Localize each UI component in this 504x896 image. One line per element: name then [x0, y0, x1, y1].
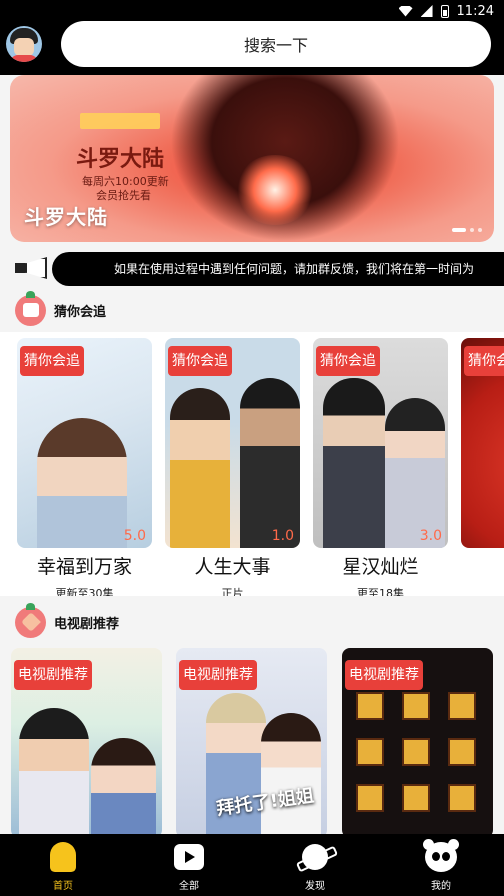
thumbs-up-icon — [15, 290, 46, 326]
nav-label: 发现 — [305, 881, 325, 892]
video-poster[interactable]: 猜你会追 5.0 — [17, 338, 152, 548]
acorn-home-icon — [50, 842, 76, 872]
section-title: 猜你会追 — [54, 304, 107, 320]
card-subtitle: 正片 — [221, 587, 244, 596]
card-title: 星汉灿烂 — [342, 556, 419, 578]
search-input[interactable]: 搜索一下 — [61, 21, 491, 67]
banner-logo-text: 斗罗大陆 — [76, 146, 165, 172]
heart-icon — [15, 602, 46, 638]
carousel-dot[interactable] — [470, 228, 474, 232]
nav-label: 我的 — [431, 881, 451, 892]
status-time: 11:24 — [456, 3, 494, 19]
bottom-nav: 首页 全部 发现 我的 — [0, 834, 504, 896]
header: 11:24 搜索一下 — [0, 0, 504, 75]
video-card[interactable]: 猜你会追 1.0 人生大事 正片 — [165, 338, 300, 596]
planet-icon — [302, 844, 328, 870]
banner-glow — [235, 155, 315, 225]
card-tag: 猜你会追 — [168, 346, 232, 376]
card-score: 5.0 — [123, 528, 146, 544]
notice-marquee[interactable]: 如果在使用过程中遇到任何问题，请加群反馈，我们将在第一时间为 — [52, 252, 504, 286]
banner-title: 斗罗大陆 — [24, 205, 108, 229]
guess-carousel[interactable]: 猜你会追 5.0 幸福到万家 更新至30集 猜你会追 1.0 人生大事 正片 猜… — [0, 332, 504, 596]
section-header-tv: 电视剧推荐 — [0, 600, 504, 644]
nav-home[interactable]: 首页 — [0, 834, 126, 896]
video-card[interactable]: 猜你会追 5.0 幸福到万家 更新至30集 — [17, 338, 152, 596]
play-icon — [174, 844, 204, 870]
nav-mine[interactable]: 我的 — [378, 834, 504, 896]
card-score: 1.0 — [271, 528, 294, 544]
video-poster[interactable]: 拜托了!姐姐 电视剧推荐 — [176, 648, 327, 834]
avatar[interactable] — [6, 26, 42, 62]
card-title: 幸福到万家 — [36, 556, 132, 578]
card-subtitle: 更新至30集 — [55, 587, 114, 596]
video-poster[interactable]: 电视剧推荐 — [342, 648, 493, 834]
card-tag: 猜你会追 — [464, 346, 504, 376]
video-poster[interactable]: 猜你会追 3.0 — [313, 338, 448, 548]
signal-icon — [420, 5, 433, 17]
nav-label: 首页 — [53, 881, 73, 892]
status-bar: 11:24 — [398, 2, 494, 20]
video-card[interactable]: 猜你会追 3.0 星汉灿烂 更至18集 — [313, 338, 448, 596]
card-tag: 猜你会追 — [316, 346, 380, 376]
carousel-dot[interactable] — [452, 228, 466, 232]
megaphone-icon — [15, 255, 47, 281]
battery-icon — [440, 4, 449, 18]
carousel-dot[interactable] — [478, 228, 482, 232]
nav-label: 全部 — [179, 881, 199, 892]
card-tag: 电视剧推荐 — [179, 660, 257, 690]
banner-badge — [80, 113, 160, 129]
video-poster[interactable]: 电视剧推荐 — [11, 648, 162, 834]
carousel-dots[interactable] — [452, 228, 482, 232]
card-tag: 猜你会追 — [20, 346, 84, 376]
card-tag: 电视剧推荐 — [345, 660, 423, 690]
card-tag: 电视剧推荐 — [14, 660, 92, 690]
video-poster[interactable]: 猜你会追 — [461, 338, 504, 548]
card-score: 3.0 — [419, 528, 442, 544]
nav-discover[interactable]: 发现 — [252, 834, 378, 896]
nav-all[interactable]: 全部 — [126, 834, 252, 896]
hero-banner[interactable]: 斗罗大陆 每周六10:00更新 会员抢先看 斗罗大陆 — [10, 75, 494, 242]
panda-icon — [423, 839, 459, 872]
card-subtitle: 更至18集 — [357, 587, 404, 596]
section-title: 电视剧推荐 — [54, 616, 120, 632]
section-header-guess: 猜你会追 — [0, 288, 504, 332]
video-card[interactable]: 猜你会追 — [461, 338, 504, 548]
video-poster[interactable]: 猜你会追 1.0 — [165, 338, 300, 548]
card-title: 人生大事 — [194, 556, 271, 578]
tv-carousel[interactable]: 电视剧推荐 拜托了!姐姐 电视剧推荐 电视剧推荐 — [0, 642, 504, 834]
wifi-icon — [398, 5, 413, 17]
